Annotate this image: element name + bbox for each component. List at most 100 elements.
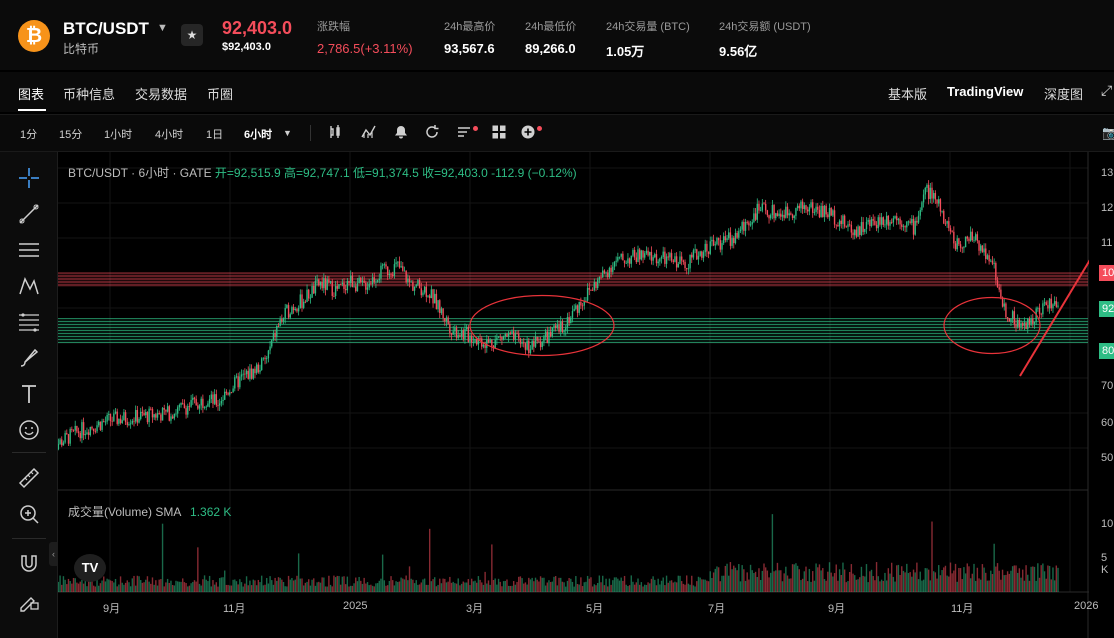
candle-body bbox=[948, 221, 950, 229]
view-depth[interactable]: 深度图 bbox=[1044, 84, 1083, 103]
trendline-icon[interactable] bbox=[17, 202, 41, 226]
candle-body bbox=[743, 221, 745, 231]
candle-body bbox=[205, 406, 207, 408]
candle-body bbox=[627, 258, 629, 264]
tab-chart[interactable]: 图表 bbox=[18, 84, 44, 103]
fullscreen-icon[interactable]: ⤢ bbox=[1101, 82, 1112, 99]
candle-body bbox=[173, 414, 176, 419]
pair-dropdown-icon[interactable]: ▼ bbox=[157, 22, 168, 34]
candle-body bbox=[571, 311, 574, 318]
candle-body bbox=[684, 261, 686, 269]
collapse-sidebar-icon[interactable]: ‹ bbox=[49, 542, 58, 566]
fib-icon[interactable] bbox=[17, 310, 41, 334]
pair-name[interactable]: BTC/USDT bbox=[63, 19, 149, 39]
tab-coin-info[interactable]: 币种信息 bbox=[63, 84, 115, 103]
candle-body bbox=[803, 205, 806, 209]
volume-bar bbox=[855, 579, 858, 592]
pattern-icon[interactable] bbox=[17, 274, 41, 298]
volume-bar bbox=[213, 584, 216, 592]
tab-coin-circle[interactable]: 币圈 bbox=[207, 84, 233, 103]
candle-body bbox=[699, 251, 701, 256]
candle-body bbox=[906, 221, 908, 228]
lock-draw-icon[interactable] bbox=[17, 588, 41, 612]
interval-4h[interactable]: 4小时 bbox=[155, 126, 183, 142]
interval-dropdown-icon[interactable]: ▼ bbox=[283, 128, 292, 138]
settings-list-icon[interactable] bbox=[456, 124, 472, 143]
volume-bar bbox=[659, 584, 661, 592]
volume-bar bbox=[428, 528, 431, 592]
volume-bar bbox=[444, 578, 446, 592]
replay-icon[interactable] bbox=[424, 124, 440, 143]
price-chart[interactable]: BTC/USDT · 6小时 · GATE 开=92,515.9 高=92,74… bbox=[58, 152, 1114, 638]
interval-6h-selected[interactable]: 6小时 bbox=[244, 126, 272, 142]
view-basic[interactable]: 基本版 bbox=[888, 84, 927, 103]
candle-body bbox=[638, 249, 641, 260]
volume-bar bbox=[613, 577, 616, 592]
candle-body bbox=[801, 201, 804, 209]
emoji-icon[interactable] bbox=[17, 418, 41, 442]
indicators-icon[interactable] bbox=[361, 124, 377, 143]
stat-label: 24h交易量 (BTC) bbox=[606, 21, 690, 33]
volume-bar bbox=[1057, 567, 1059, 592]
candle-body bbox=[630, 255, 632, 264]
volume-bar bbox=[835, 564, 837, 592]
add-indicator-icon[interactable] bbox=[520, 124, 536, 143]
stat-label: 24h交易额 (USDT) bbox=[719, 21, 811, 33]
volume-bar bbox=[353, 583, 355, 592]
tab-trade-data[interactable]: 交易数据 bbox=[135, 84, 187, 103]
interval-1d[interactable]: 1日 bbox=[206, 126, 223, 142]
volume-bar bbox=[694, 586, 696, 592]
magnet-icon[interactable] bbox=[17, 552, 41, 576]
horizontal-lines-icon[interactable] bbox=[17, 238, 41, 262]
interval-1m[interactable]: 1分 bbox=[20, 126, 37, 142]
volume-bar bbox=[541, 577, 543, 592]
camera-icon[interactable]: 📷 bbox=[1102, 125, 1114, 141]
candle-body bbox=[257, 364, 260, 373]
layout-grid-icon[interactable] bbox=[491, 124, 507, 143]
view-tradingview[interactable]: TradingView bbox=[947, 84, 1023, 99]
alert-icon[interactable] bbox=[393, 124, 409, 143]
interval-15m[interactable]: 15分 bbox=[59, 126, 82, 142]
volume-bar bbox=[823, 579, 826, 592]
candle-body bbox=[249, 368, 251, 379]
volume-bar bbox=[943, 567, 945, 592]
candle-body bbox=[848, 224, 851, 226]
candle-body bbox=[153, 414, 155, 418]
crosshair-icon[interactable] bbox=[17, 166, 41, 190]
volume-bar bbox=[486, 583, 488, 592]
candle-body bbox=[696, 249, 698, 260]
candle-body bbox=[665, 256, 668, 264]
volume-bar bbox=[264, 584, 266, 592]
volume-bar bbox=[875, 562, 878, 592]
candle-body bbox=[793, 215, 795, 218]
candle-body bbox=[106, 414, 108, 422]
volume-bar bbox=[360, 580, 362, 592]
candle-body bbox=[378, 278, 380, 281]
candle-body bbox=[934, 193, 937, 200]
tradingview-logo[interactable]: TV bbox=[74, 554, 106, 582]
candle-body bbox=[1011, 311, 1014, 320]
candle-body bbox=[859, 226, 861, 235]
candle-body bbox=[728, 232, 730, 239]
volume-bar bbox=[1020, 577, 1022, 592]
brush-icon[interactable] bbox=[17, 346, 41, 370]
candle-body bbox=[247, 370, 249, 379]
chart-canvas[interactable] bbox=[58, 152, 1114, 638]
favorite-star-icon[interactable]: ★ bbox=[181, 24, 203, 46]
candle-body bbox=[260, 358, 263, 371]
candle-style-icon[interactable] bbox=[327, 124, 343, 143]
volume-bar bbox=[617, 578, 619, 592]
volume-bar bbox=[77, 583, 80, 592]
zoom-in-icon[interactable] bbox=[17, 502, 41, 526]
volume-bar bbox=[896, 565, 898, 592]
volume-bar bbox=[1027, 574, 1029, 592]
ruler-icon[interactable] bbox=[17, 466, 41, 490]
volume-bar bbox=[689, 584, 691, 592]
candle-body bbox=[119, 418, 122, 423]
volume-bar bbox=[355, 577, 357, 592]
text-icon[interactable] bbox=[17, 382, 41, 406]
interval-1h[interactable]: 1小时 bbox=[104, 126, 132, 142]
candle-body bbox=[591, 289, 594, 291]
candle-body bbox=[1000, 289, 1002, 298]
candle-body bbox=[267, 350, 270, 359]
